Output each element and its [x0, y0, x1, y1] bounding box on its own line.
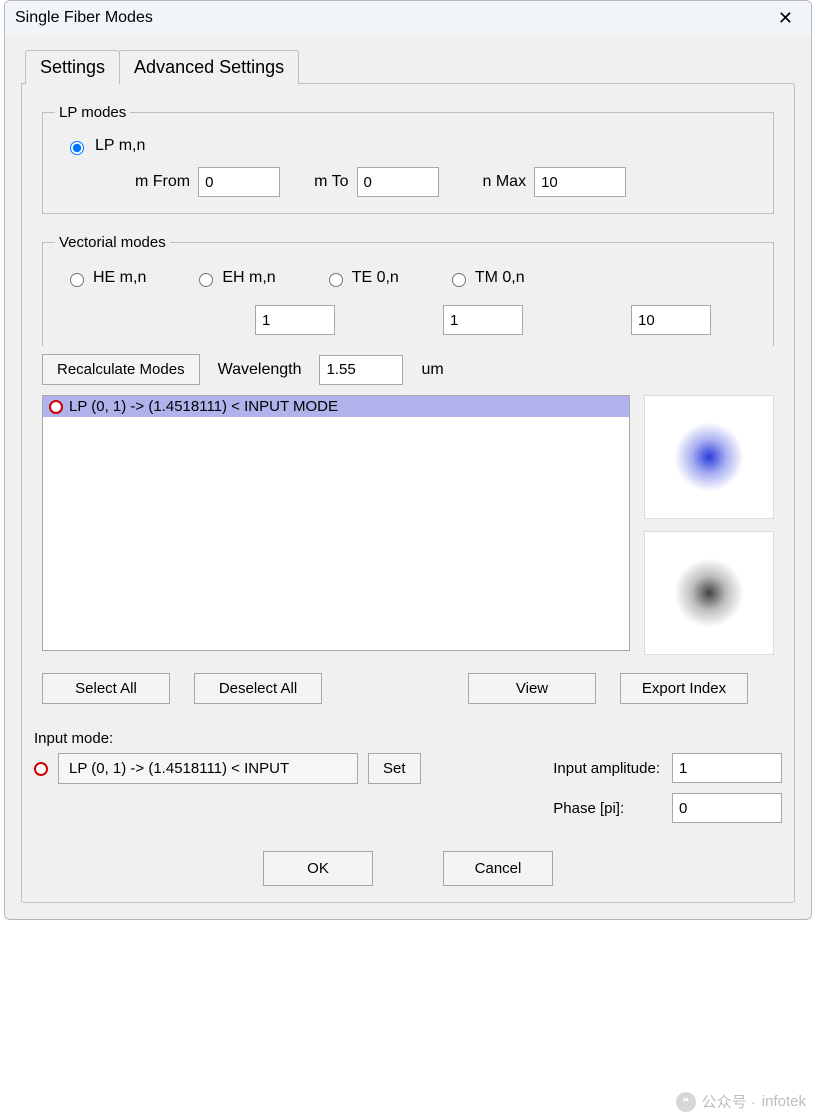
input-mode-section: Input mode: LP (0, 1) -> (1.4518111) < I…: [34, 730, 782, 823]
set-button[interactable]: Set: [368, 753, 421, 784]
input-amplitude[interactable]: [672, 753, 782, 783]
input-vect-1[interactable]: [255, 305, 335, 335]
label-n-max: n Max: [483, 173, 527, 191]
vectorial-radio-row: HE m,n EH m,n TE 0,n TM 0,n: [65, 269, 761, 287]
recalculate-modes-button[interactable]: Recalculate Modes: [42, 354, 200, 385]
radio-te-0n-label: TE 0,n: [352, 269, 399, 287]
tab-advanced-settings[interactable]: Advanced Settings: [119, 50, 299, 84]
group-vectorial-modes: Vectorial modes HE m,n EH m,n TE 0,n TM …: [42, 234, 774, 346]
label-wavelength: Wavelength: [218, 361, 302, 379]
watermark: ❝ 公众号 · infotek: [676, 1091, 806, 1112]
input-mode-label: Input mode:: [34, 730, 782, 747]
close-icon[interactable]: ✕: [770, 8, 801, 29]
watermark-name: infotek: [762, 1093, 806, 1110]
deselect-all-button[interactable]: Deselect All: [194, 673, 322, 704]
label-input-amplitude: Input amplitude:: [553, 760, 660, 777]
label-m-from: m From: [135, 173, 190, 191]
radio-te-0n[interactable]: [329, 273, 343, 287]
input-m-from[interactable]: [198, 167, 280, 197]
label-phase: Phase [pi]:: [553, 800, 660, 817]
tab-strip: Settings Advanced Settings: [25, 49, 795, 83]
circle-icon: [34, 762, 48, 776]
input-n-max[interactable]: [534, 167, 626, 197]
radio-eh-mn[interactable]: [199, 273, 213, 287]
lp-param-row: m From m To n Max: [135, 167, 761, 197]
tab-settings[interactable]: Settings: [25, 50, 120, 84]
dialog-button-row: OK Cancel: [34, 851, 782, 886]
preview-intensity: [644, 395, 774, 519]
input-vect-3[interactable]: [631, 305, 711, 335]
group-lp-modes-legend: LP modes: [55, 104, 130, 121]
input-phase[interactable]: [672, 793, 782, 823]
group-vectorial-legend: Vectorial modes: [55, 234, 170, 251]
mode-previews: [644, 395, 774, 655]
input-m-to[interactable]: [357, 167, 439, 197]
watermark-prefix: 公众号 ·: [702, 1091, 756, 1112]
radio-tm-0n[interactable]: [452, 273, 466, 287]
cancel-button[interactable]: Cancel: [443, 851, 553, 886]
blob-gray: [674, 558, 744, 628]
view-button[interactable]: View: [468, 673, 596, 704]
client-area: Settings Advanced Settings LP modes LP m…: [5, 35, 811, 919]
modes-listbox[interactable]: LP (0, 1) -> (1.4518111) < INPUT MODE: [42, 395, 630, 651]
recalc-row: Recalculate Modes Wavelength um: [42, 354, 774, 385]
list-item-label: LP (0, 1) -> (1.4518111) < INPUT MODE: [69, 398, 338, 415]
preview-phase: [644, 531, 774, 655]
label-wavelength-unit: um: [421, 361, 443, 379]
group-lp-modes: LP modes LP m,n m From m To n Max: [42, 104, 774, 214]
radio-lp-mn[interactable]: [70, 141, 84, 155]
input-wavelength[interactable]: [319, 355, 403, 385]
radio-row-lp: LP m,n: [65, 137, 761, 155]
radio-tm-0n-label: TM 0,n: [475, 269, 525, 287]
window-title: Single Fiber Modes: [15, 9, 770, 27]
blob-blue: [674, 422, 744, 492]
titlebar: Single Fiber Modes ✕: [5, 1, 811, 35]
input-mode-value-box: LP (0, 1) -> (1.4518111) < INPUT: [58, 753, 358, 784]
list-item[interactable]: LP (0, 1) -> (1.4518111) < INPUT MODE: [43, 396, 629, 417]
input-vect-2[interactable]: [443, 305, 523, 335]
modes-list-row: LP (0, 1) -> (1.4518111) < INPUT MODE: [42, 395, 774, 655]
select-all-button[interactable]: Select All: [42, 673, 170, 704]
label-m-to: m To: [314, 173, 348, 191]
circle-icon: [49, 400, 63, 414]
radio-he-mn[interactable]: [70, 273, 84, 287]
tab-panel-settings: LP modes LP m,n m From m To n Max: [21, 83, 795, 903]
radio-lp-mn-label: LP m,n: [95, 137, 145, 155]
dialog-window: Single Fiber Modes ✕ Settings Advanced S…: [4, 0, 812, 920]
vectorial-input-row: [255, 305, 761, 335]
radio-he-mn-label: HE m,n: [93, 269, 146, 287]
selection-button-row: Select All Deselect All View Export Inde…: [42, 673, 774, 704]
wechat-icon: ❝: [676, 1092, 696, 1112]
export-index-button[interactable]: Export Index: [620, 673, 748, 704]
radio-eh-mn-label: EH m,n: [222, 269, 275, 287]
ok-button[interactable]: OK: [263, 851, 373, 886]
